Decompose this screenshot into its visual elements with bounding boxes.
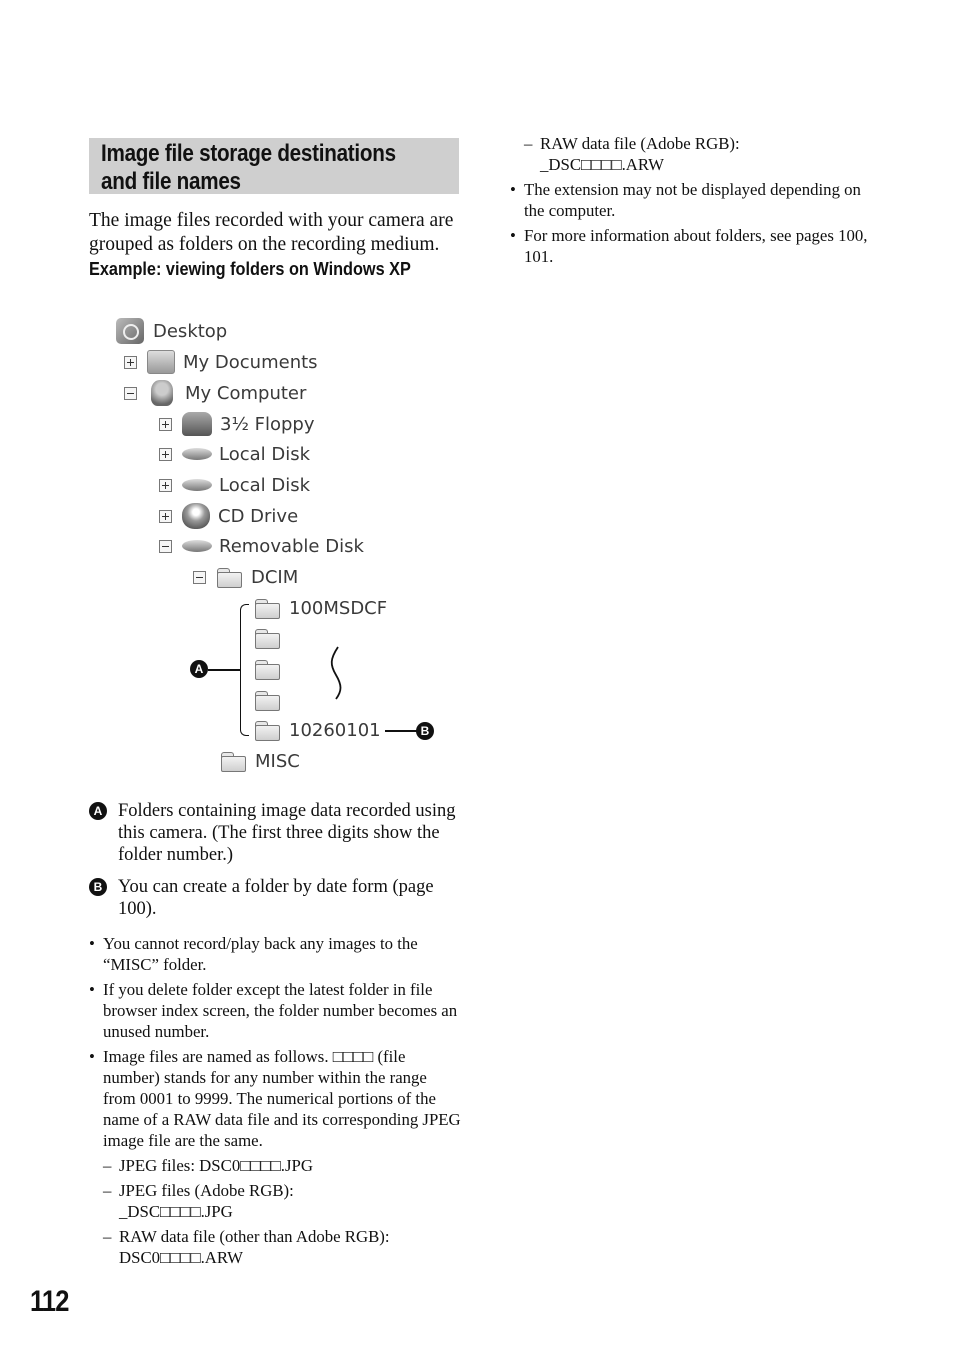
note-item: • You cannot record/play back any images… [89, 934, 418, 974]
note-item: • Image files are named as follows. □□□□… [89, 1047, 461, 1150]
expand-plus-icon [159, 447, 172, 461]
note-item: • The extension may not be displayed dep… [510, 180, 861, 220]
tree-node-cd-drive: CD Drive [159, 503, 298, 529]
page-number: 112 [30, 1285, 69, 1318]
filename-item-jpeg-adobe: – JPEG files (Adobe RGB): _DSC□□□□.JPG [103, 1181, 294, 1221]
desktop-icon [116, 318, 144, 344]
callout-a-leader-line [208, 669, 241, 671]
tree-node-desktop: Desktop [116, 318, 227, 344]
callout-legend: A Folders containing image data recorded… [89, 800, 459, 930]
tree-node-folder-unnamed [254, 687, 289, 713]
my-documents-icon [147, 350, 175, 374]
section-title-line2: and file names [101, 168, 241, 195]
tree-node-folder-unnamed [254, 625, 289, 651]
floppy-drive-icon [182, 412, 212, 436]
tree-node-misc: MISC [220, 748, 300, 774]
collapse-minus-icon [159, 539, 172, 553]
my-computer-icon [151, 380, 173, 406]
filename-item-raw: – RAW data file (other than Adobe RGB): D… [103, 1227, 390, 1267]
example-heading: Example: viewing folders on Windows XP [89, 258, 411, 279]
notes-list-right: – RAW data file (Adobe RGB): _DSC□□□□.ARW… [510, 133, 885, 271]
tree-node-my-documents: My Documents [124, 349, 318, 375]
intro-paragraph: The image files recorded with your camer… [89, 210, 454, 255]
callout-b-marker: B [416, 722, 434, 740]
tree-node-folder-first: 100MSDCF [254, 595, 387, 621]
legend-item-b: B You can create a folder by date form (… [89, 876, 459, 920]
tree-node-folder-last: 10260101 [254, 717, 381, 743]
section-title: Image file storage destinations and file… [89, 138, 459, 195]
expand-plus-icon [159, 478, 172, 492]
tree-node-local-disk-1: Local Disk [159, 441, 310, 467]
expand-plus-icon [159, 417, 172, 431]
filename-item-jpeg: – JPEG files: DSC0□□□□.JPG [103, 1156, 313, 1175]
folder-icon [254, 690, 281, 711]
omission-squiggle-icon [330, 646, 342, 700]
callout-a-badge: A [89, 802, 107, 820]
tree-node-floppy: 3½ Floppy [159, 411, 315, 437]
folder-icon [220, 751, 247, 772]
legend-text-a: Folders containing image data recorded u… [118, 801, 456, 865]
cd-drive-icon [182, 503, 210, 529]
callout-a-marker: A [190, 660, 208, 678]
folder-icon [254, 598, 281, 619]
tree-node-my-computer: My Computer [124, 380, 306, 406]
tree-node-folder-unnamed [254, 656, 289, 682]
legend-item-a: A Folders containing image data recorded… [89, 800, 459, 866]
collapse-minus-icon [124, 386, 137, 400]
removable-disk-icon [182, 540, 212, 552]
notes-list-left: • You cannot record/play back any images… [89, 933, 461, 1268]
tree-node-dcim: DCIM [193, 564, 298, 590]
tree-node-removable-disk: Removable Disk [159, 533, 364, 559]
folder-icon [216, 567, 243, 588]
collapse-minus-icon [193, 570, 206, 584]
note-item: • If you delete folder except the latest… [89, 980, 458, 1041]
expand-plus-icon [159, 509, 172, 523]
folder-icon [254, 628, 281, 649]
filename-item-raw-adobe: – RAW data file (Adobe RGB): _DSC□□□□.ARW [524, 134, 740, 174]
folder-group-bracket [240, 604, 249, 736]
folder-icon [254, 720, 281, 741]
tree-node-local-disk-2: Local Disk [159, 472, 310, 498]
legend-text-b: You can create a folder by date form (pa… [118, 877, 434, 919]
callout-b-badge: B [89, 878, 107, 896]
expand-plus-icon [124, 355, 137, 369]
section-title-line1: Image file storage destinations [101, 140, 396, 167]
local-disk-icon [182, 479, 212, 491]
left-column: Image file storage destinations and file… [89, 138, 459, 280]
folder-icon [254, 659, 281, 680]
note-item: • For more information about folders, se… [510, 226, 868, 266]
local-disk-icon [182, 448, 212, 460]
callout-b-leader-line [385, 730, 417, 732]
